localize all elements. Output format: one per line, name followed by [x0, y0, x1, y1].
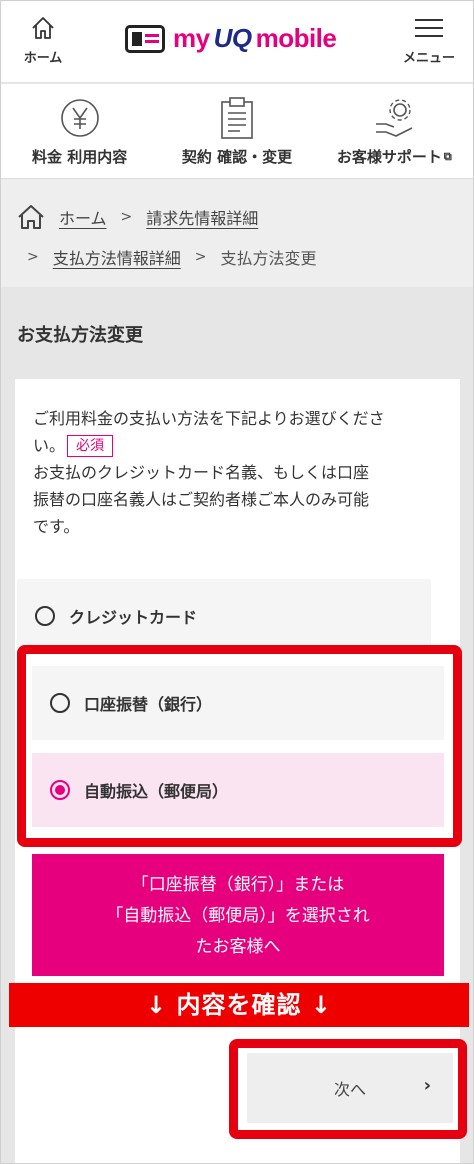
- breadcrumb-separator: >: [120, 209, 133, 225]
- option-credit-card-label: クレジットカード: [69, 608, 198, 627]
- next-button-label: 次へ: [333, 1080, 366, 1099]
- breadcrumb-payment-detail-link[interactable]: 支払方法情報詳細: [53, 245, 181, 269]
- home-icon: [30, 17, 56, 45]
- nav-billing-label: 料金 利用内容: [32, 148, 128, 166]
- info-banner[interactable]: 「口座振替（銀行）」または 「自動振込（郵便局）」を選択され たお客様へ: [32, 854, 444, 976]
- nav-contract-label: 契約 確認・変更: [181, 148, 293, 166]
- radio-credit-card[interactable]: [35, 606, 55, 626]
- option-bank-transfer[interactable]: 口座振替（銀行）: [32, 666, 444, 740]
- my-uq-mobile-logo[interactable]: my UQ mobile: [125, 23, 337, 54]
- clipboard-icon: [158, 96, 315, 140]
- nav-item-contract[interactable]: 契約 確認・変更: [158, 84, 315, 178]
- option-credit-card[interactable]: クレジットカード: [17, 579, 431, 653]
- home-label: ホーム: [23, 51, 63, 66]
- logo-card-icon: [125, 24, 165, 53]
- hamburger-icon: [415, 17, 443, 39]
- page-frame: ホーム my UQ mobile メニュー 料金 利用内容 契約 確認・変更 お…: [0, 0, 474, 1164]
- breadcrumb-home-link[interactable]: ホーム: [59, 205, 107, 229]
- nav-item-billing[interactable]: 料金 利用内容: [1, 84, 158, 178]
- external-link-icon: ⧉: [443, 150, 452, 163]
- breadcrumb-billing-detail-link[interactable]: 請求先情報詳細: [146, 205, 258, 229]
- option-bank-transfer-label: 口座振替（銀行）: [84, 695, 213, 714]
- chevron-right-icon: ›: [423, 1075, 431, 1096]
- breadcrumb: ホーム > 請求先情報詳細 > 支払方法情報詳細 > 支払方法変更: [1, 179, 473, 287]
- breadcrumb-separator: >: [27, 249, 39, 265]
- logo-text: my UQ mobile: [173, 23, 337, 53]
- next-button[interactable]: 次へ ›: [247, 1053, 453, 1123]
- breadcrumb-home-icon: [17, 204, 45, 230]
- confirm-annotation-banner: ↓ 内容を確認 ↓: [9, 983, 469, 1027]
- nav-support-label: お客様サポート ⧉: [336, 148, 452, 166]
- breadcrumb-separator: >: [194, 249, 207, 265]
- radio-bank-transfer[interactable]: [50, 693, 70, 713]
- page-title: お支払方法変更: [17, 325, 143, 346]
- intro-text: ご利用料金の支払い方法を下記よりお選びくださ い。 必須 お支払のクレジットカード…: [33, 409, 385, 536]
- breadcrumb-current: 支払方法変更: [220, 249, 317, 268]
- option-post-office-label: 自動振込（郵便局）: [84, 782, 229, 801]
- home-button[interactable]: ホーム: [15, 15, 71, 66]
- menu-button[interactable]: メニュー: [397, 17, 461, 66]
- radio-post-office[interactable]: [50, 780, 70, 800]
- yen-icon: [1, 96, 158, 140]
- support-gear-icon: [316, 96, 473, 140]
- global-nav: 料金 利用内容 契約 確認・変更 お客様サポート ⧉: [1, 84, 473, 179]
- option-post-office[interactable]: 自動振込（郵便局）: [32, 753, 444, 827]
- menu-label: メニュー: [402, 51, 455, 66]
- nav-item-support[interactable]: お客様サポート ⧉: [316, 84, 473, 178]
- site-header: ホーム my UQ mobile メニュー: [1, 1, 473, 83]
- required-badge: 必須: [67, 435, 114, 457]
